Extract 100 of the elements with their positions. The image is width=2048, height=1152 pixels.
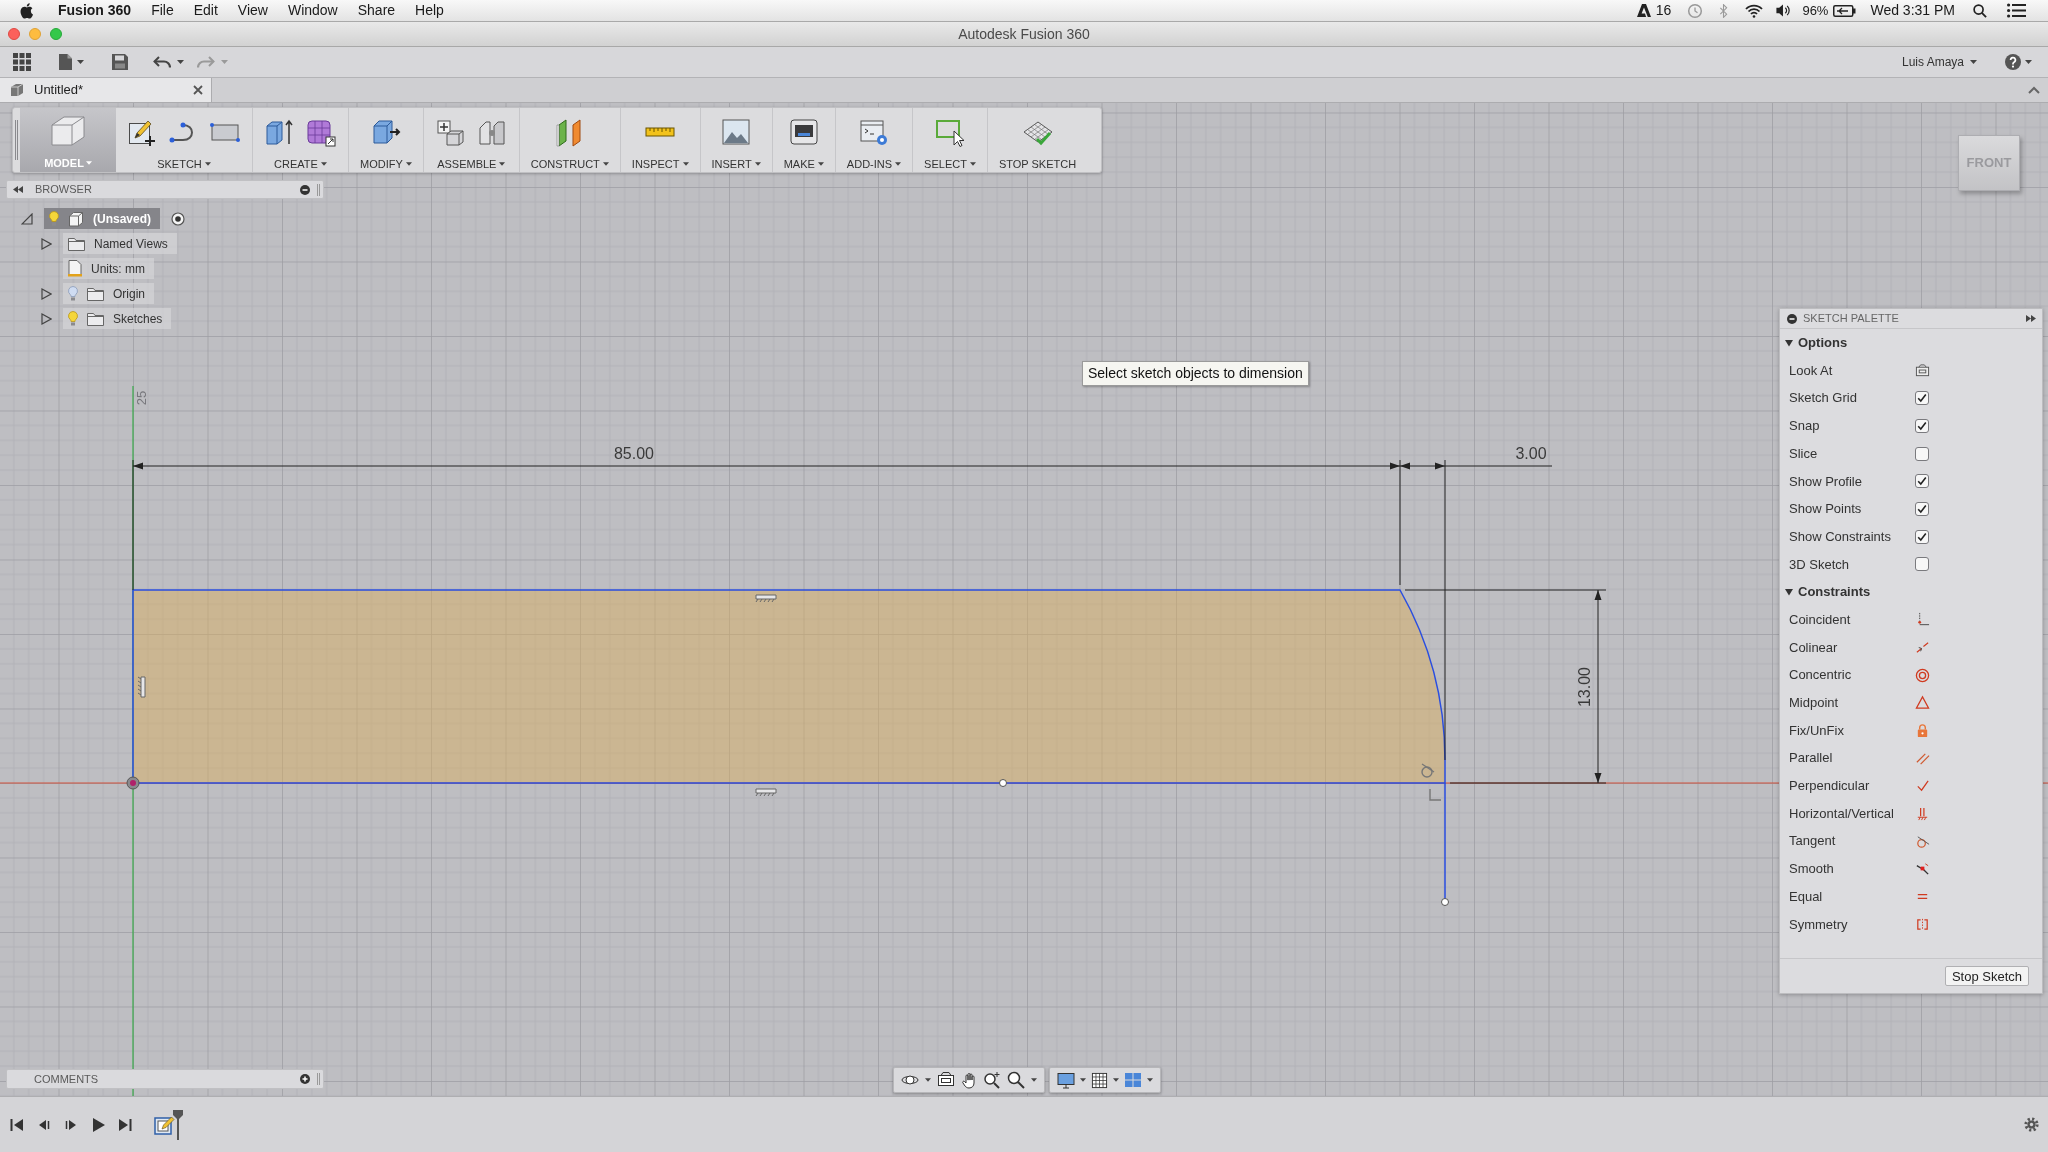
ribbon-menu-button[interactable]: INSPECT (631, 155, 689, 172)
ribbon-menu-button[interactable]: MAKE (783, 155, 824, 172)
sketch-point-icon[interactable] (1441, 898, 1449, 906)
triangle-down-icon[interactable] (1785, 588, 1793, 597)
caret-icon[interactable] (204, 161, 211, 166)
caret-icon[interactable] (2025, 60, 2032, 64)
double-arrow-right-icon[interactable] (2026, 315, 2036, 322)
ribbon-menu-button[interactable]: SELECT (924, 155, 976, 172)
double-arrow-left-icon[interactable] (13, 186, 23, 193)
expanded-arrow-icon[interactable] (21, 212, 33, 225)
pan-hand-icon[interactable] (961, 1071, 977, 1089)
bluetooth-icon[interactable] (1719, 3, 1729, 18)
undo-icon[interactable] (153, 56, 171, 68)
menu-item[interactable]: Window (287, 0, 338, 21)
grip-handle-icon[interactable] (15, 120, 18, 160)
a-logo-icon[interactable] (1636, 4, 1651, 17)
horizontal-constraint-icon[interactable] (755, 594, 777, 603)
menu-clock[interactable]: Wed 3:31 PM (1870, 0, 1955, 21)
minus-circle-icon[interactable] (1787, 313, 1797, 324)
concentric-circles-icon[interactable] (1915, 667, 1930, 683)
wifi-icon[interactable] (1745, 3, 1764, 18)
clock-icon[interactable] (1687, 2, 1704, 19)
coincident-icon[interactable] (1915, 612, 1930, 628)
caret-icon[interactable] (969, 161, 976, 166)
stop-sketch-button[interactable]: Stop Sketch (1944, 966, 2029, 987)
checkbox[interactable] (1915, 557, 1929, 572)
caret-icon[interactable] (405, 161, 412, 166)
dimension-value[interactable]: 3.00 (1515, 445, 1547, 463)
caret-icon[interactable] (1147, 1078, 1153, 1082)
step-back-icon[interactable] (37, 1117, 51, 1132)
list-icon[interactable] (2007, 3, 2026, 18)
checkbox[interactable] (1915, 391, 1929, 406)
caret-icon[interactable] (177, 60, 184, 64)
apple-icon[interactable] (20, 2, 34, 19)
ribbon-menu-button[interactable]: SKETCH (157, 155, 211, 172)
close-icon[interactable] (8, 28, 20, 40)
ribbon-menu-button[interactable]: MODIFY (360, 155, 412, 172)
look-at-icon[interactable] (1915, 363, 1930, 379)
save-icon[interactable] (112, 54, 128, 70)
chevron-up-icon[interactable] (2028, 86, 2040, 94)
tangent-icon[interactable] (1915, 833, 1930, 849)
caret-icon[interactable] (682, 161, 689, 166)
ribbon-menu-button[interactable]: CONSTRUCT (530, 155, 609, 172)
caret-icon[interactable] (499, 161, 506, 166)
ribbon-menu-button[interactable]: ASSEMBLE (437, 155, 506, 172)
skip-start-icon[interactable] (10, 1117, 24, 1132)
horizontal-vertical-icon[interactable] (1915, 806, 1930, 822)
radio-icon[interactable] (171, 211, 185, 226)
grid-icon[interactable] (13, 53, 31, 71)
caret-icon[interactable] (77, 60, 84, 64)
vertical-constraint-icon[interactable] (137, 676, 146, 698)
origin-point-icon[interactable] (126, 776, 140, 790)
checkbox[interactable] (1915, 418, 1929, 433)
caret-icon[interactable] (1113, 1078, 1119, 1082)
symmetry-icon[interactable] (1915, 916, 1930, 932)
caret-icon[interactable] (602, 161, 609, 166)
menu-item[interactable]: Edit (193, 0, 218, 21)
skip-end-icon[interactable] (118, 1117, 132, 1132)
play-icon[interactable] (91, 1117, 105, 1132)
caret-icon[interactable] (320, 161, 327, 166)
plus-circle-icon[interactable] (300, 1074, 310, 1084)
tree-item[interactable]: Sketches (63, 308, 172, 329)
document-icon[interactable] (59, 54, 72, 70)
smooth-icon[interactable] (1915, 861, 1930, 877)
ribbon-menu-button[interactable]: ADD-INS (846, 155, 902, 172)
minus-circle-icon[interactable] (300, 184, 310, 195)
search-icon[interactable] (1973, 3, 1987, 18)
grip-handle-icon[interactable] (317, 183, 320, 196)
caret-icon[interactable] (1080, 1078, 1086, 1082)
menu-item[interactable]: Help (415, 0, 444, 21)
close-icon[interactable] (193, 85, 203, 95)
dimension-value[interactable]: 13.00 (1576, 667, 1594, 707)
step-forward-icon[interactable] (64, 1117, 78, 1132)
tree-item[interactable]: (Unsaved) (44, 208, 160, 229)
caret-icon[interactable] (817, 161, 824, 166)
ribbon-menu-button[interactable]: STOP SKETCH (998, 155, 1077, 172)
horizontal-constraint-icon[interactable] (755, 788, 777, 797)
menu-item[interactable]: Share (357, 0, 396, 21)
monitor-icon[interactable] (1057, 1071, 1075, 1089)
checkbox[interactable] (1915, 446, 1929, 461)
menu-item[interactable]: File (151, 0, 174, 21)
document-tab[interactable]: Untitled* (0, 78, 212, 102)
zoom-in-icon[interactable] (983, 1071, 1001, 1089)
caret-icon[interactable] (895, 161, 902, 166)
app-menu[interactable]: Fusion 360 (58, 0, 132, 21)
tree-item[interactable]: Origin (63, 283, 154, 304)
section-header[interactable]: Options (1780, 329, 2042, 357)
tree-item[interactable]: Named Views (63, 233, 177, 254)
ribbon-menu-button[interactable]: CREATE (274, 155, 327, 172)
colinear-icon[interactable] (1915, 639, 1930, 655)
timeline-marker-icon[interactable] (172, 1109, 184, 1140)
caret-icon[interactable] (925, 1078, 931, 1082)
help-icon[interactable] (2005, 54, 2021, 70)
caret-icon[interactable] (754, 161, 761, 166)
checkbox[interactable] (1915, 474, 1929, 489)
collapsed-arrow-icon[interactable] (40, 237, 52, 250)
collapsed-arrow-icon[interactable] (40, 287, 52, 300)
caret-icon[interactable] (1031, 1078, 1037, 1082)
tree-item[interactable]: Units: mm (63, 258, 154, 279)
speaker-icon[interactable] (1775, 3, 1791, 18)
